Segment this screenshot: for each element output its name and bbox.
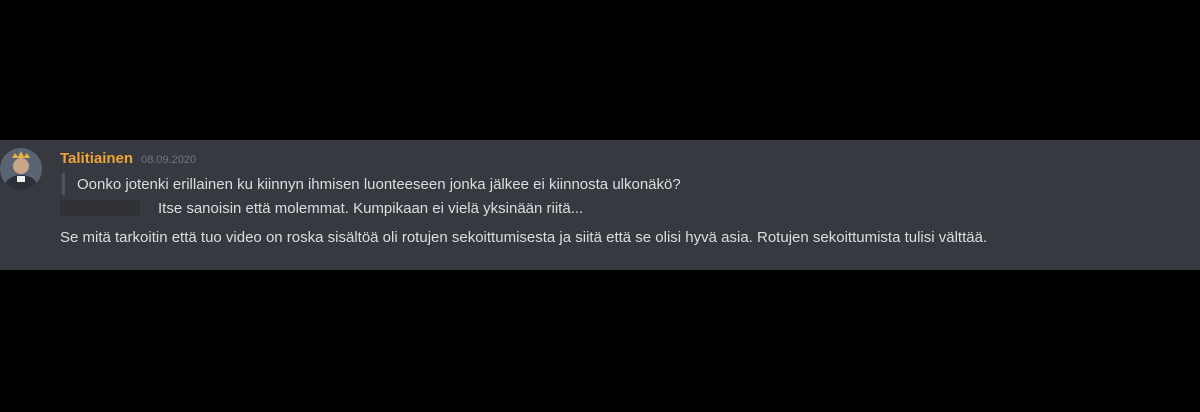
message-body-line: Se mitä tarkoitin että tuo video on rosk… xyxy=(60,226,987,248)
author-name[interactable]: Talitiainen xyxy=(60,150,133,167)
reply-text: Itse sanoisin että molemmat. Kumpikaan e… xyxy=(158,199,584,217)
quote-bar xyxy=(62,173,65,195)
reply-line: Itse sanoisin että molemmat. Kumpikaan e… xyxy=(60,197,583,219)
message-panel: Talitiainen 08.09.2020 Oonko jotenki eri… xyxy=(0,140,1200,270)
quote-block: Oonko jotenki erillainen ku kiinnyn ihmi… xyxy=(62,173,681,195)
message-body: Se mitä tarkoitin että tuo video on rosk… xyxy=(60,228,988,246)
avatar[interactable] xyxy=(0,148,42,190)
message-timestamp: 08.09.2020 xyxy=(141,154,197,166)
redacted-mention xyxy=(60,200,140,216)
message-header: Talitiainen 08.09.2020 xyxy=(60,150,196,170)
avatar-image-icon xyxy=(0,148,42,190)
quote-text: Oonko jotenki erillainen ku kiinnyn ihmi… xyxy=(77,175,681,193)
